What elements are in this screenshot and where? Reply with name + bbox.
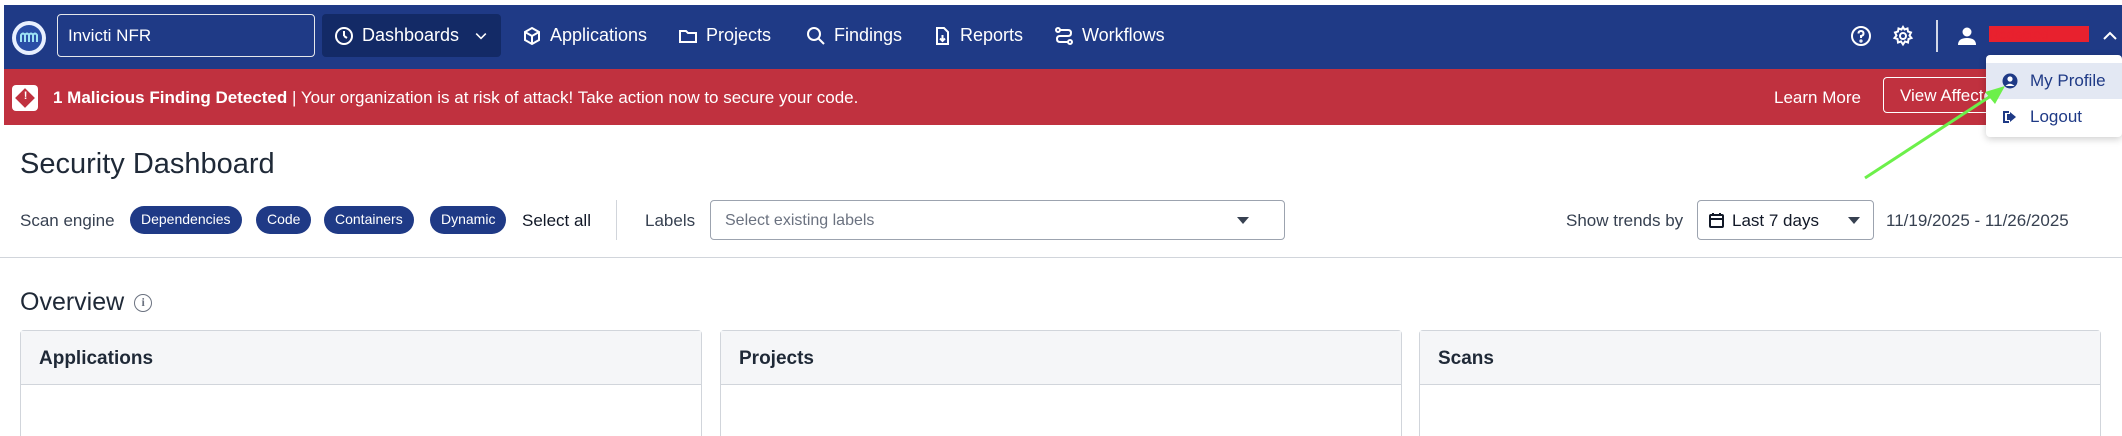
trend-period-value: Last 7 days bbox=[1732, 211, 1819, 230]
nav-findings[interactable]: Findings bbox=[794, 14, 914, 57]
alert-bold-text: 1 Malicious Finding Detected bbox=[53, 88, 288, 107]
calendar-icon bbox=[1709, 213, 1724, 228]
nav-dashboards[interactable]: Dashboards bbox=[322, 14, 502, 57]
malicious-finding-alert: 1 Malicious Finding Detected | Your orga… bbox=[4, 69, 2122, 125]
labels-placeholder: Select existing labels bbox=[725, 212, 875, 229]
overview-heading: Overview i bbox=[20, 288, 153, 317]
scans-card-title: Scans bbox=[1420, 331, 2100, 385]
gear-icon[interactable] bbox=[1892, 25, 1914, 47]
user-icon[interactable] bbox=[1956, 25, 1978, 47]
page-title: Security Dashboard bbox=[20, 148, 275, 180]
nav-applications[interactable]: Applications bbox=[510, 14, 659, 57]
nav-findings-label: Findings bbox=[834, 25, 903, 45]
gauge-icon bbox=[335, 26, 353, 45]
alert-body-text: Your organization is at risk of attack! … bbox=[300, 88, 859, 107]
trend-period-select[interactable]: Last 7 days bbox=[1697, 200, 1874, 240]
invicti-logo-icon[interactable] bbox=[12, 21, 46, 55]
chip-code[interactable]: Code bbox=[256, 206, 312, 234]
chevron-up-icon[interactable] bbox=[2099, 25, 2121, 47]
projects-card-title: Projects bbox=[721, 331, 1401, 385]
alert-message: 1 Malicious Finding Detected | Your orga… bbox=[53, 88, 858, 108]
chip-dependencies[interactable]: Dependencies bbox=[130, 206, 242, 234]
nav-projects-label: Projects bbox=[706, 25, 772, 45]
projects-card: Projects bbox=[720, 330, 1402, 436]
scan-engine-label: Scan engine bbox=[20, 211, 115, 230]
search-icon bbox=[807, 26, 825, 45]
caret-down-icon bbox=[1848, 217, 1860, 224]
nav-divider bbox=[1936, 20, 1938, 52]
info-icon[interactable]: i bbox=[134, 293, 153, 312]
select-all-link[interactable]: Select all bbox=[522, 211, 591, 231]
caret-down-icon bbox=[1237, 217, 1249, 224]
date-range: 11/19/2025 - 11/26/2025 bbox=[1886, 211, 2069, 230]
filter-bar: Scan engine Dependencies Code Containers… bbox=[20, 200, 2120, 240]
nav-workflows-label: Workflows bbox=[1082, 25, 1165, 45]
folder-icon bbox=[679, 29, 697, 43]
nav-reports[interactable]: Reports bbox=[920, 14, 1035, 57]
top-navigation-bar: Invicti NFR Dashboards Applications Proj… bbox=[4, 5, 2122, 69]
chevron-down-icon bbox=[475, 32, 487, 40]
labels-select[interactable]: Select existing labels bbox=[710, 200, 1285, 240]
nav-applications-label: Applications bbox=[550, 25, 648, 45]
my-profile-label: My Profile bbox=[2030, 71, 2106, 90]
header-divider bbox=[0, 257, 2122, 258]
workflow-icon bbox=[1055, 26, 1073, 45]
chip-dynamic[interactable]: Dynamic bbox=[430, 206, 507, 234]
applications-card: Applications bbox=[20, 330, 702, 436]
filter-divider bbox=[616, 200, 617, 240]
report-icon bbox=[936, 26, 949, 45]
overview-title: Overview bbox=[20, 288, 125, 316]
help-icon[interactable] bbox=[1850, 25, 1872, 47]
chip-containers[interactable]: Containers bbox=[324, 206, 414, 234]
alert-separator: | bbox=[287, 88, 301, 107]
nav-projects[interactable]: Projects bbox=[666, 14, 783, 57]
organization-selector[interactable]: Invicti NFR bbox=[57, 14, 315, 57]
user-name-redacted[interactable]: Redacted bbox=[1989, 26, 2089, 42]
cube-icon bbox=[524, 26, 540, 45]
security-dashboard-page: Invicti NFR Dashboards Applications Proj… bbox=[0, 0, 2122, 436]
logout-label: Logout bbox=[2030, 107, 2082, 126]
annotation-arrow bbox=[1864, 86, 2005, 180]
scans-card: Scans bbox=[1419, 330, 2101, 436]
show-trends-label: Show trends by bbox=[1566, 211, 1684, 230]
applications-card-title: Applications bbox=[21, 331, 701, 385]
labels-label: Labels bbox=[645, 211, 696, 230]
warning-diamond-icon bbox=[12, 85, 38, 111]
nav-reports-label: Reports bbox=[960, 25, 1024, 45]
nav-dashboards-label: Dashboards bbox=[362, 25, 460, 45]
nav-workflows[interactable]: Workflows bbox=[1042, 14, 1177, 57]
